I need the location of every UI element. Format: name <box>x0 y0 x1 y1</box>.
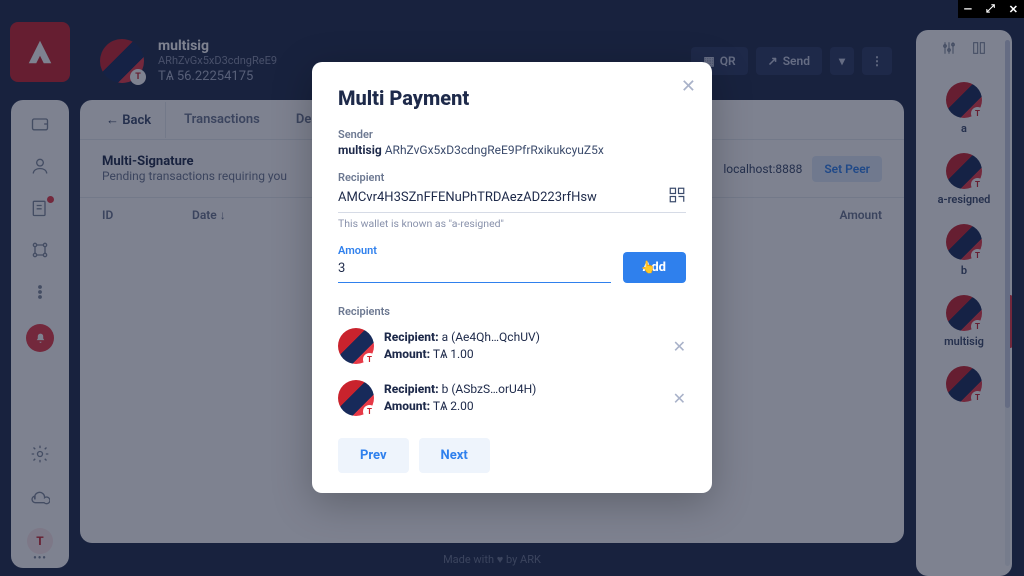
recipient-avatar: T <box>338 328 374 364</box>
window-maximize[interactable]: ⤢ <box>986 2 995 16</box>
close-icon[interactable]: ✕ <box>681 76 696 97</box>
recipient-row: T Recipient: a (Ae4Qh…QchUV) Amount: TѦ … <box>338 320 686 372</box>
sender-value: multisig ARhZvGx5xD3cdngReE9PfrRxikukcyu… <box>338 143 686 157</box>
recipient-label: Recipient <box>338 171 686 184</box>
recipients-label: Recipients <box>338 305 686 318</box>
recipient-avatar: T <box>338 380 374 416</box>
window-close[interactable]: ✕ <box>1009 3 1018 16</box>
amount-label: Amount <box>338 244 611 257</box>
cursor-icon: 👆 <box>641 260 656 274</box>
recipient-input[interactable] <box>338 188 668 207</box>
sender-label: Sender <box>338 128 686 141</box>
window-titlebar: — ⤢ ✕ <box>958 0 1024 18</box>
window-minimize[interactable]: — <box>964 3 972 16</box>
add-button[interactable]: 👆Add <box>623 252 686 283</box>
multi-payment-modal: ✕ Multi Payment Sender multisig ARhZvGx5… <box>312 62 712 493</box>
prev-button[interactable]: Prev <box>338 438 409 473</box>
next-button[interactable]: Next <box>419 438 490 473</box>
remove-recipient-icon[interactable]: ✕ <box>673 337 686 356</box>
qr-scan-icon[interactable] <box>668 186 686 208</box>
recipient-row: T Recipient: b (ASbzS…orU4H) Amount: TѦ … <box>338 372 686 424</box>
remove-recipient-icon[interactable]: ✕ <box>673 389 686 408</box>
recipient-hint: This wallet is known as "a-resigned" <box>338 217 686 230</box>
amount-input[interactable] <box>338 259 611 278</box>
modal-title: Multi Payment <box>338 86 686 110</box>
